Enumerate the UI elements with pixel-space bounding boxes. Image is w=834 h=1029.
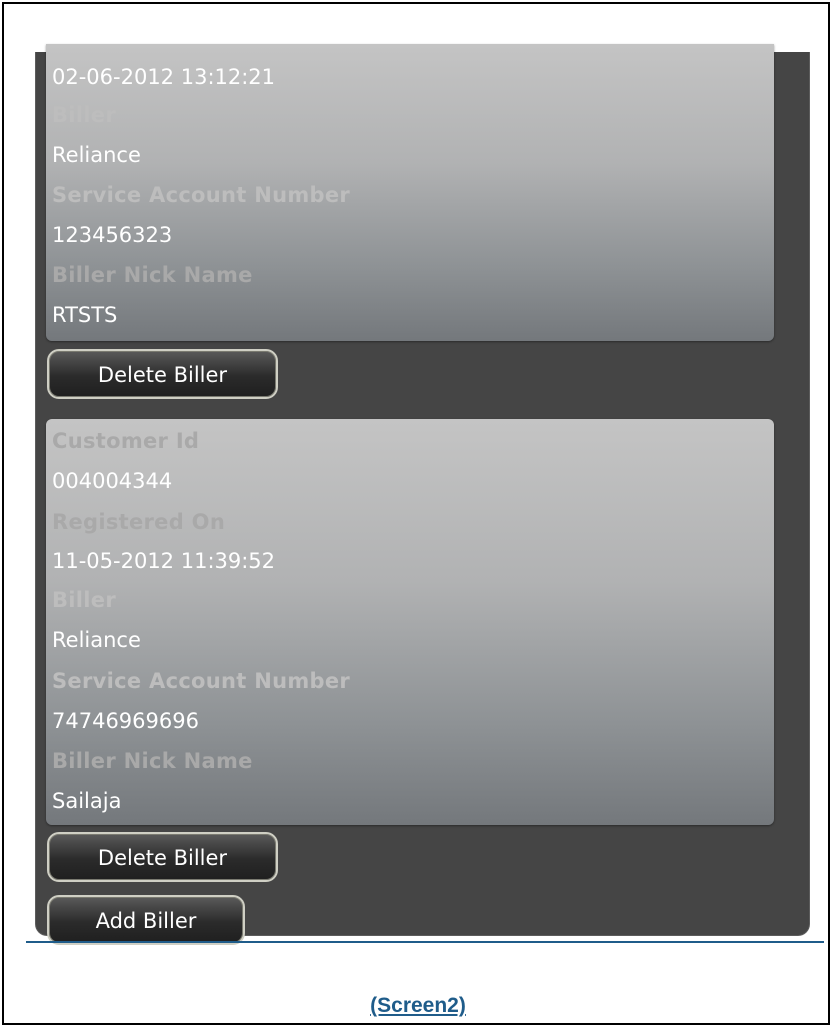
nick-name-value: Sailaja [52, 789, 122, 813]
service-account-label: Service Account Number [52, 669, 351, 693]
add-biller-button[interactable]: Add Biller [47, 895, 245, 945]
delete-biller-button[interactable]: Delete Biller [47, 349, 278, 399]
biller-card: Customer Id 004004344 Registered On 11-0… [46, 419, 774, 825]
nick-name-label: Biller Nick Name [52, 749, 253, 773]
registered-on-value: 11-05-2012 11:39:52 [52, 549, 276, 573]
screen-caption-link[interactable]: (Screen2) [4, 994, 828, 1018]
biller-list-panel: 02-06-2012 13:12:21 Biller Reliance Serv… [35, 44, 810, 945]
delete-biller-button[interactable]: Delete Biller [47, 832, 278, 882]
registered-on-label: Registered On [52, 510, 226, 534]
biller-value: Reliance [52, 143, 141, 167]
service-account-value: 123456323 [52, 223, 173, 247]
biller-label: Biller [52, 588, 117, 612]
service-account-label: Service Account Number [52, 183, 351, 207]
biller-card: 02-06-2012 13:12:21 Biller Reliance Serv… [46, 44, 774, 341]
registered-on-value: 02-06-2012 13:12:21 [52, 65, 276, 89]
biller-label: Biller [52, 103, 117, 127]
customer-id-value: 004004344 [52, 469, 173, 493]
biller-value: Reliance [52, 628, 141, 652]
service-account-value: 74746969696 [52, 709, 199, 733]
customer-id-label: Customer Id [52, 429, 200, 453]
nick-name-label: Biller Nick Name [52, 263, 253, 287]
document-frame: 02-06-2012 13:12:21 Biller Reliance Serv… [2, 2, 830, 1025]
nick-name-value: RTSTS [52, 303, 118, 327]
divider [26, 941, 824, 943]
